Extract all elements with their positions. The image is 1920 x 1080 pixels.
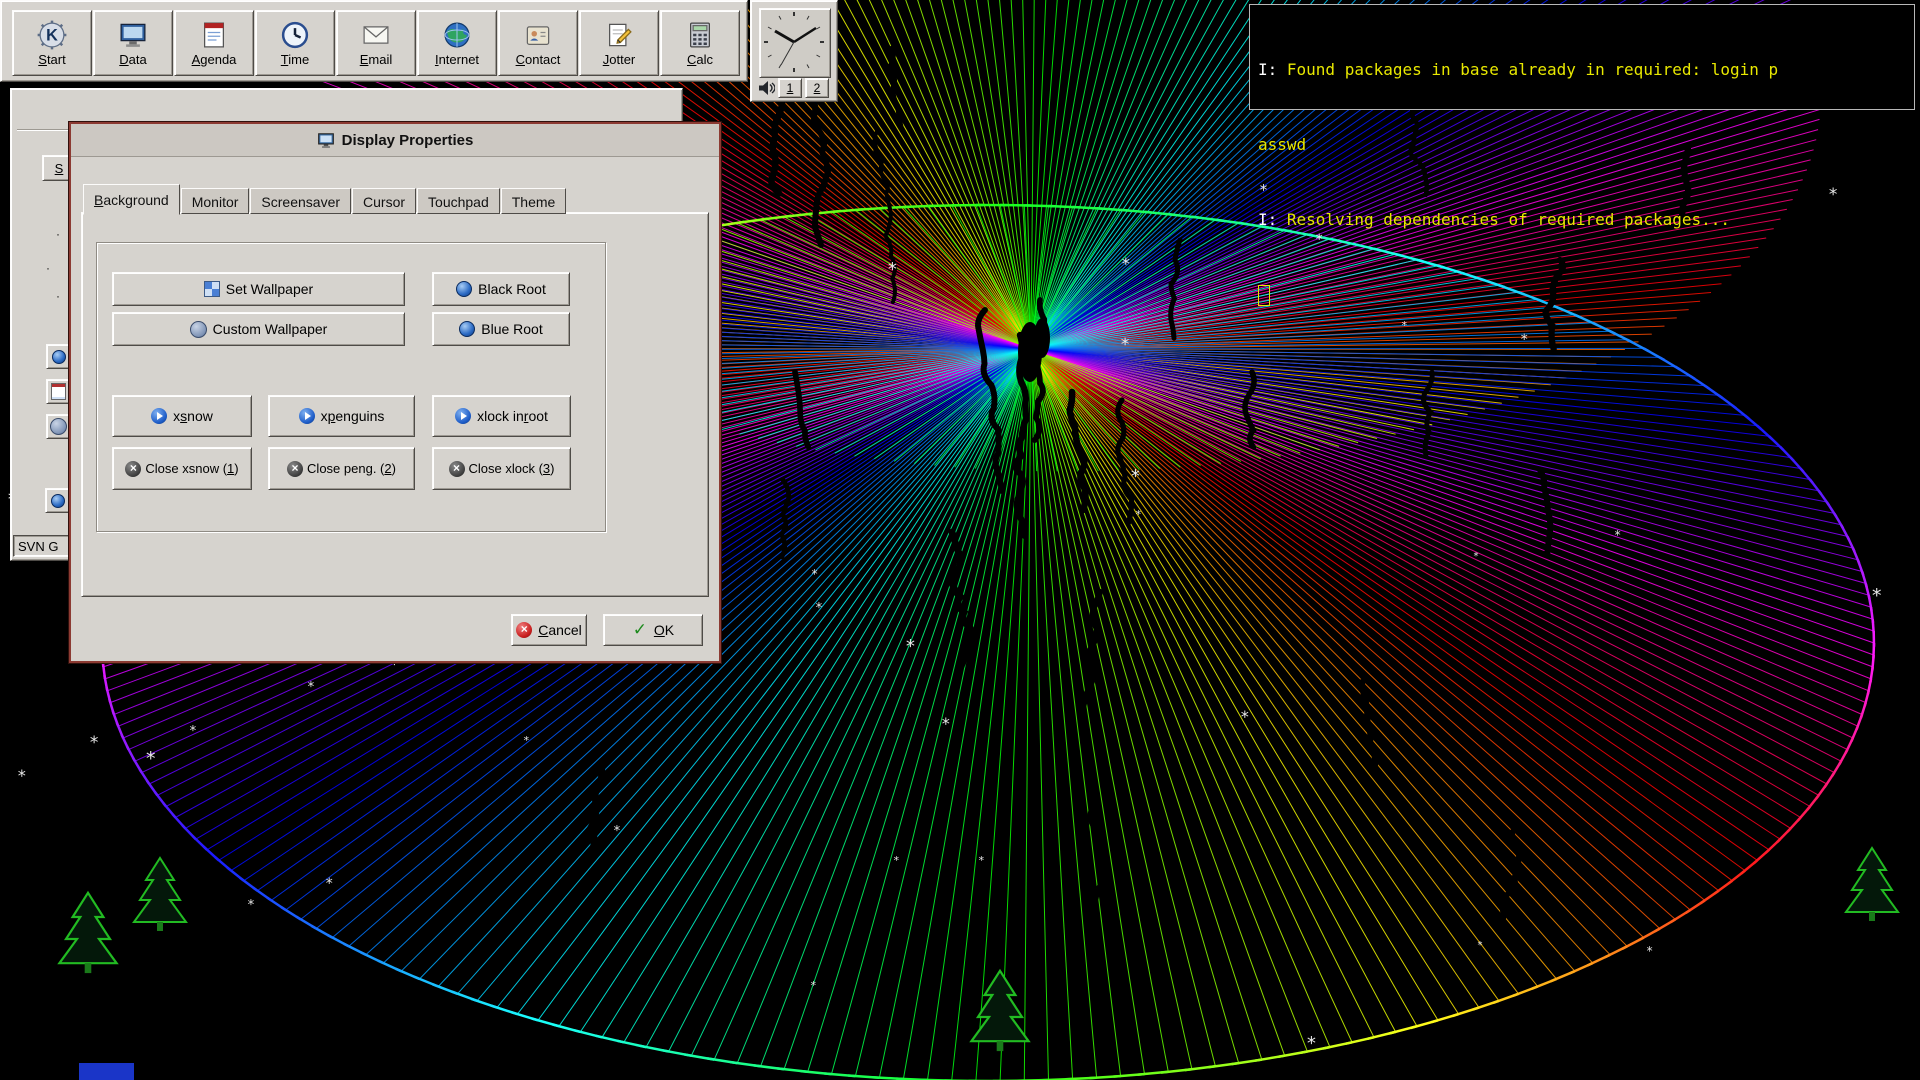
clock-panel: 1 2 [750, 0, 838, 102]
workspace-1-button[interactable]: 1 [778, 78, 802, 98]
contact-icon [523, 20, 553, 50]
gear-icon [190, 321, 207, 338]
close-circle-icon [287, 461, 303, 477]
calc-icon [685, 20, 715, 50]
launch-icon [151, 408, 167, 424]
taskbar-start-button[interactable]: K Start [12, 10, 92, 76]
terminal-window[interactable]: I: Found packages in base already in req… [1249, 4, 1915, 110]
terminal-line: I: Found packages in base already in req… [1258, 57, 1906, 82]
background-window-mark: · [56, 227, 60, 241]
agenda-icon [199, 20, 229, 50]
close-xlock-button[interactable]: Close xlock (3) [432, 447, 571, 490]
taskbar-agenda-button[interactable]: Agenda [174, 10, 254, 76]
jotter-icon [604, 20, 634, 50]
internet-icon [442, 20, 472, 50]
custom-wallpaper-button[interactable]: Custom Wallpaper [112, 312, 405, 346]
taskbar-calc-button[interactable]: Calc [660, 10, 740, 76]
terminal-cursor [1258, 285, 1270, 306]
dialog-titlebar[interactable]: Display Properties [71, 124, 719, 157]
blue-root-button[interactable]: Blue Root [432, 312, 570, 346]
cancel-button[interactable]: Cancel [511, 614, 587, 646]
background-window-icon-button-4[interactable] [45, 488, 70, 513]
background-window-icon-button-2[interactable] [46, 379, 71, 404]
globe-icon [459, 321, 475, 337]
xpenguins-button[interactable]: xpenguins [268, 395, 415, 437]
black-root-button[interactable]: Black Root [432, 272, 570, 306]
xsnow-button[interactable]: xsnow [112, 395, 252, 437]
gear-icon [50, 418, 67, 435]
speaker-icon[interactable] [757, 80, 775, 96]
ok-button[interactable]: OK [603, 614, 703, 646]
terminal-line: asswd [1258, 132, 1906, 157]
taskbar-data-button[interactable]: Data [93, 10, 173, 76]
globe-icon [51, 494, 65, 508]
globe-icon [52, 350, 66, 364]
taskbar-contact-button[interactable]: Contact [498, 10, 578, 76]
background-window-mark: · [56, 289, 60, 303]
close-circle-icon [449, 461, 465, 477]
launch-icon [299, 408, 315, 424]
tab-cursor[interactable]: Cursor [352, 188, 416, 214]
launch-icon [455, 408, 471, 424]
tab-theme[interactable]: Theme [501, 188, 567, 214]
taskbar-jotter-button[interactable]: Jotter [579, 10, 659, 76]
analog-clock[interactable] [759, 8, 831, 78]
check-icon [632, 622, 648, 638]
cancel-icon [516, 622, 532, 638]
tray-row: 1 2 [757, 78, 829, 98]
tab-monitor[interactable]: Monitor [181, 188, 250, 214]
background-window-icon-button-1[interactable] [46, 344, 71, 369]
close-xsnow-button[interactable]: Close xsnow (1) [112, 447, 252, 490]
display-properties-dialog[interactable]: Display Properties Background Monitor Sc… [69, 122, 721, 663]
desktop: ****************************************… [0, 0, 1920, 1080]
background-window-icon-button-3[interactable] [46, 414, 71, 439]
close-circle-icon [125, 461, 141, 477]
tab-screensaver[interactable]: Screensaver [250, 188, 351, 214]
wallpaper-grid-icon [204, 281, 220, 297]
taskbar-email-button[interactable]: Email [336, 10, 416, 76]
background-window-mark: · [46, 261, 50, 275]
set-wallpaper-button[interactable]: Set Wallpaper [112, 272, 405, 306]
data-icon [118, 20, 148, 50]
svg-text:K: K [46, 26, 58, 44]
time-icon [280, 20, 310, 50]
close-peng-button[interactable]: Close peng. (2) [268, 447, 415, 490]
analog-clock-face [760, 9, 828, 75]
taskbar-time-button[interactable]: Time [255, 10, 335, 76]
dialog-tab-bar: Background Monitor Screensaver Cursor To… [83, 183, 567, 214]
tab-background[interactable]: Background [83, 184, 180, 215]
display-icon [317, 131, 335, 149]
taskbar-internet-button[interactable]: Internet [417, 10, 497, 76]
workspace-2-button[interactable]: 2 [805, 78, 829, 98]
k-menu-icon: K [37, 20, 67, 50]
terminal-line: I: Resolving dependencies of required pa… [1258, 207, 1906, 232]
xlock-inroot-button[interactable]: xlock inroot [432, 395, 571, 437]
document-icon [51, 383, 66, 400]
taskbar: K Start Data Agenda [0, 0, 748, 82]
terminal-line [1258, 282, 1906, 307]
tab-touchpad[interactable]: Touchpad [417, 188, 500, 214]
background-window-separator [17, 129, 77, 131]
bottom-window-fragment[interactable] [79, 1063, 134, 1080]
dialog-title: Display Properties [342, 132, 474, 149]
globe-icon [456, 281, 472, 297]
email-icon [361, 20, 391, 50]
